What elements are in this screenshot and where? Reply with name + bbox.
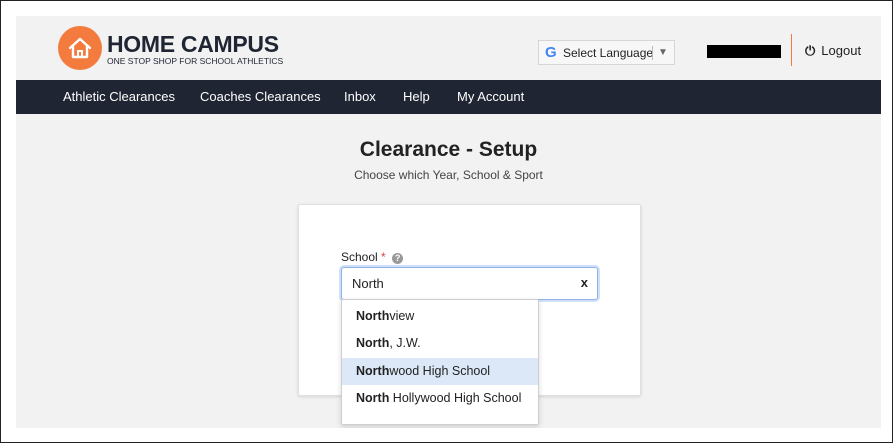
- house-icon: [68, 37, 92, 59]
- school-label: School * ?: [341, 250, 404, 264]
- main-nav: Athletic Clearances Coaches Clearances I…: [16, 80, 881, 114]
- suggestion-rest: Hollywood High School: [389, 391, 522, 405]
- language-divider: [652, 46, 653, 60]
- school-input-value: North: [352, 276, 384, 291]
- clear-button[interactable]: x: [581, 276, 588, 290]
- required-mark: *: [381, 250, 386, 264]
- page-title: Clearance - Setup: [359, 138, 538, 161]
- language-label: Select Language: [563, 46, 654, 60]
- page-subtitle: Choose which Year, School & Sport: [354, 168, 543, 182]
- power-icon: ⏻: [805, 43, 816, 58]
- suggestion-item[interactable]: North, J.W.: [342, 330, 538, 357]
- nav-help[interactable]: Help: [403, 90, 430, 104]
- question-circle-icon[interactable]: ?: [392, 253, 404, 264]
- suggestion-rest: wood High School: [389, 364, 491, 378]
- suggestion-rest: view: [389, 309, 415, 323]
- suggestion-match: North: [356, 336, 390, 350]
- suggestion-item[interactable]: Northview: [342, 303, 538, 330]
- school-label-text: School: [341, 250, 378, 264]
- header: HOME CAMPUS ONE STOP SHOP FOR SCHOOL ATH…: [16, 16, 881, 80]
- page: HOME CAMPUS ONE STOP SHOP FOR SCHOOL ATH…: [16, 16, 881, 428]
- google-g-icon: G: [545, 44, 557, 61]
- logo-title: HOME CAMPUS: [107, 31, 279, 57]
- redacted-username: [707, 45, 781, 58]
- nav-coaches-clearances[interactable]: Coaches Clearances: [200, 90, 321, 104]
- header-divider: [791, 34, 792, 66]
- logout-button[interactable]: ⏻ Logout: [805, 43, 861, 59]
- suggestion-match: North: [356, 309, 390, 323]
- browser-frame: HOME CAMPUS ONE STOP SHOP FOR SCHOOL ATH…: [0, 0, 893, 443]
- suggestion-rest: , J.W.: [389, 336, 421, 350]
- school-input[interactable]: North x: [341, 267, 598, 300]
- logo-subtitle: ONE STOP SHOP FOR SCHOOL ATHLETICS: [107, 56, 284, 66]
- nav-inbox[interactable]: Inbox: [344, 90, 376, 104]
- suggestion-item-highlighted[interactable]: Northwood High School: [342, 358, 538, 385]
- nav-athletic-clearances[interactable]: Athletic Clearances: [63, 90, 175, 104]
- logout-label: Logout: [821, 43, 862, 58]
- logo[interactable]: [58, 26, 102, 70]
- suggestion-match: North: [356, 391, 390, 405]
- language-select[interactable]: G Select Language ▼: [538, 40, 675, 65]
- suggestion-item[interactable]: North Hollywood High School: [342, 385, 538, 412]
- school-suggestions: Northview North, J.W. Northwood High Sch…: [341, 299, 539, 425]
- suggestion-match: North: [356, 364, 390, 378]
- dropdown-arrow-icon: ▼: [658, 47, 668, 58]
- nav-my-account[interactable]: My Account: [457, 90, 524, 104]
